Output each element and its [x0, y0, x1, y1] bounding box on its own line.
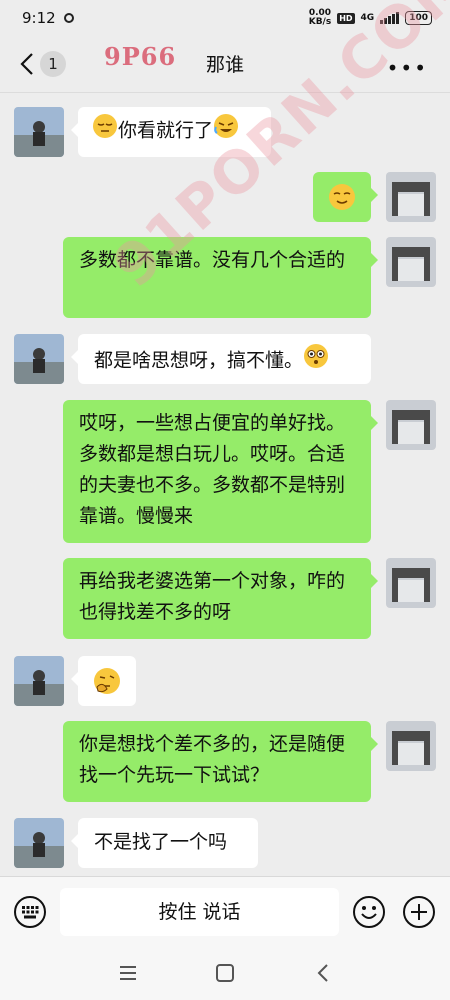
chat-header: 1 9P66 那谁 •••	[0, 36, 450, 92]
hd-badge: HD	[337, 12, 355, 24]
menu-icon[interactable]	[115, 960, 141, 986]
message-text: 再给我老婆选第一个对象，咋的也得找差不多的呀	[79, 570, 346, 623]
home-icon[interactable]	[212, 960, 238, 986]
avatar[interactable]	[14, 334, 64, 384]
message-text: 哎呀，一些想占便宜的单好找。多数都是想白玩儿。哎呀。合适的夫妻也不多。多数都不是…	[79, 412, 346, 527]
message-bubble[interactable]: 不是找了一个吗	[71, 818, 258, 868]
message-text: 你看就行了	[118, 119, 214, 142]
battery-icon: 100	[405, 11, 432, 25]
message-text: 多数都不靠谱。没有几个合适的	[79, 249, 346, 271]
signal-icon	[380, 12, 400, 24]
input-bar: 按住 说话	[0, 876, 450, 946]
header-divider	[0, 92, 450, 93]
avatar[interactable]	[386, 400, 436, 450]
message-bubble[interactable]: 再给我老婆选第一个对象，咋的也得找差不多的呀	[63, 558, 378, 639]
status-right: 0.00 KB/s HD 4G 100	[309, 9, 432, 27]
status-bar: 9:12 0.00 KB/s HD 4G 100	[0, 0, 450, 36]
avatar[interactable]	[386, 172, 436, 222]
chat-title: 那谁	[205, 54, 244, 76]
smiley-icon[interactable]	[352, 895, 386, 929]
flushed-emoji-icon	[303, 343, 329, 379]
avatar[interactable]	[386, 237, 436, 287]
avatar[interactable]	[14, 656, 64, 706]
net-speed: 0.00 KB/s	[309, 9, 331, 27]
message-text: 都是啥思想呀，搞不懂。	[94, 349, 304, 372]
system-nav-bar	[0, 946, 450, 1000]
avatar[interactable]	[386, 721, 436, 771]
hold-to-talk-button[interactable]: 按住 说话	[60, 888, 339, 936]
message-bubble[interactable]	[71, 656, 136, 706]
crying-laughing-emoji-icon	[213, 113, 239, 149]
more-icon[interactable]: •••	[387, 56, 428, 80]
avatar[interactable]	[14, 107, 64, 157]
message-bubble[interactable]	[313, 172, 378, 222]
keyboard-icon[interactable]	[13, 895, 47, 929]
message-bubble[interactable]: 你看就行了	[71, 107, 271, 157]
avatar[interactable]	[386, 558, 436, 608]
smirk-emoji-icon	[328, 183, 356, 221]
message-bubble[interactable]: 多数都不靠谱。没有几个合适的	[63, 237, 378, 318]
nav-back-icon[interactable]	[310, 960, 336, 986]
status-left: 9:12	[22, 9, 74, 27]
clock: 9:12	[22, 9, 56, 27]
net-speed-unit: KB/s	[308, 17, 332, 27]
message-bubble[interactable]: 你是想找个差不多的，还是随便找一个先玩一下试试？	[63, 721, 378, 802]
message-bubble[interactable]: 都是啥思想呀，搞不懂。	[71, 334, 371, 384]
message-text: 你是想找个差不多的，还是随便找一个先玩一下试试？	[79, 733, 346, 786]
plus-icon[interactable]	[402, 895, 436, 929]
avatar[interactable]	[14, 818, 64, 868]
message-bubble[interactable]: 哎呀，一些想占便宜的单好找。多数都是想白玩儿。哎呀。合适的夫妻也不多。多数都不是…	[63, 400, 378, 543]
network-type: 4G	[360, 13, 375, 23]
notification-icon	[63, 13, 74, 23]
message-text: 不是找了一个吗	[94, 831, 228, 853]
thinking-emoji-icon	[93, 667, 121, 705]
relieved-emoji-icon	[92, 113, 118, 149]
